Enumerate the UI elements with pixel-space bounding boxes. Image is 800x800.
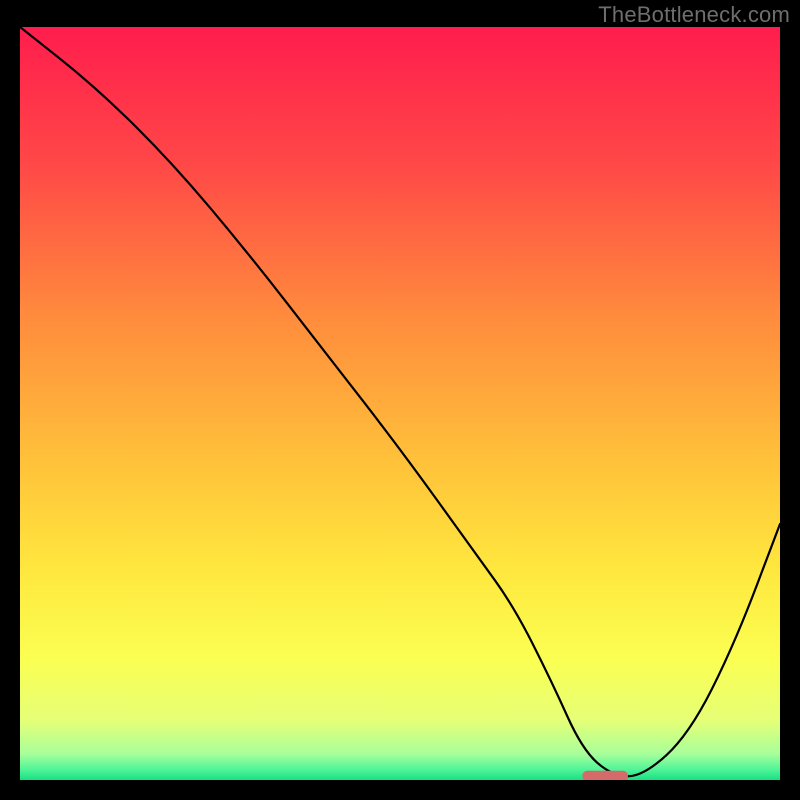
chart-svg [20, 27, 780, 780]
plot-area [20, 27, 780, 780]
chart-stage: TheBottleneck.com [0, 0, 800, 800]
gradient-background [20, 27, 780, 780]
optimal-marker [582, 771, 628, 780]
watermark-text: TheBottleneck.com [598, 2, 790, 28]
